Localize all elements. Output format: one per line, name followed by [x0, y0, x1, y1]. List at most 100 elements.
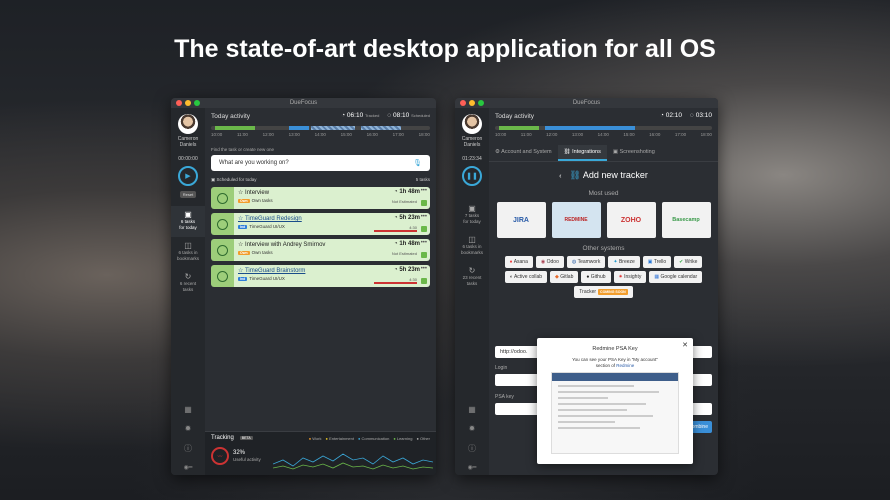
task-row[interactable]: ☆ TimeGuard Brainstorm Ind TimeGuard UI/U… [211, 265, 430, 287]
search-input[interactable]: What are you working on? 🎙︎ [211, 155, 430, 171]
activity-timeline[interactable] [495, 126, 712, 130]
asana-chip[interactable]: ● Asana [504, 256, 533, 268]
complete-checkbox[interactable] [421, 278, 427, 284]
task-start-icon[interactable] [217, 270, 228, 282]
teamwork-chip[interactable]: ◍ Teamwork [566, 256, 606, 268]
grid-icon[interactable]: ▦ [184, 405, 192, 414]
jira-tile[interactable]: JIRA [496, 202, 546, 238]
complete-checkbox[interactable] [421, 200, 427, 206]
reset-button[interactable]: Reset [179, 191, 197, 198]
task-start-icon[interactable] [217, 218, 228, 230]
wrike-chip[interactable]: ✔ Wrike [674, 256, 703, 268]
info-icon[interactable]: ⓘ [468, 443, 476, 454]
refresh-icon: ↻ [468, 266, 476, 275]
info-icon[interactable]: ⓘ [184, 443, 192, 454]
google-calendar-chip[interactable]: ▦ Google calendar [649, 271, 703, 283]
back-icon[interactable]: ‹ [559, 173, 561, 180]
beta-badge: BETA [239, 436, 253, 440]
gear-icon[interactable]: ✹ [185, 424, 192, 433]
tab-integrations[interactable]: ⛓ Integrations [557, 145, 607, 161]
tab-screenshoting[interactable]: ▣ Screenshoting [607, 145, 661, 161]
minimize-dot[interactable] [469, 100, 475, 106]
more-icon[interactable]: ••• [421, 214, 427, 220]
github-chip[interactable]: ● Github [581, 271, 611, 283]
coming-soon-badge: COMING SOON [598, 289, 628, 295]
task-estimate: Not Estimated [391, 251, 417, 256]
user-name: Cameron Daniels [177, 136, 199, 148]
avatar[interactable] [178, 114, 198, 134]
timeline-hours: 10:00 11:00 12:00 13:00 14:00 15:00 16:00 17:00… [495, 132, 712, 137]
sidebar-item-today[interactable]: ▣ 7 tasks for today [455, 200, 489, 231]
app-window-today: DueFocus Cameron Daniels 00:00:00 ▶ Reset… [171, 98, 436, 475]
most-used-label: Most used [588, 190, 619, 197]
timeline-hours: 10:00 11:00 12:00 13:00 14:00 15:00 16:00 17:00… [211, 132, 430, 137]
tab-account-system[interactable]: ⚙ Account and System [489, 145, 558, 161]
timer-readout: 00:00:00 [178, 156, 198, 162]
more-icon[interactable]: ••• [421, 188, 427, 194]
sidebar: Cameron Daniels 01:23:34 ❚❚ ▣ 7 tasks for t… [455, 108, 489, 475]
close-icon[interactable]: ✕ [682, 341, 688, 349]
refresh-icon: ↻ [184, 272, 192, 281]
redmine-psa-modal: ✕ Redmine PSA Key You can see your PSA K… [537, 338, 693, 464]
gear-icon[interactable]: ✹ [469, 424, 476, 433]
toggle-icon[interactable]: ◉━ [184, 464, 193, 471]
odoo-chip[interactable]: ◉ Odoo [535, 256, 564, 268]
task-time: ◔ 1h 48m [394, 189, 420, 195]
activity-timeline[interactable] [211, 126, 430, 130]
calendar-icon: ▣ [184, 210, 192, 219]
minimize-dot[interactable] [185, 100, 191, 106]
other-systems-list: ● Asana ◉ Odoo ◍ Teamwork ✦ Breeze ▣ Tre… [497, 256, 710, 298]
complete-checkbox[interactable] [421, 252, 427, 258]
zoho-tile[interactable]: ZOHO [606, 202, 656, 238]
gitlab-chip[interactable]: ◆ Gitlab [550, 271, 579, 283]
psa-key-label: PSA key [495, 394, 514, 400]
task-start-icon[interactable] [217, 192, 228, 204]
task-tag: Own [238, 198, 250, 203]
modal-description: You can see your PSA Key in "My account"… [572, 357, 658, 368]
pause-button[interactable]: ❚❚ [462, 166, 482, 186]
activity-ring-icon: 〰 [211, 447, 229, 465]
maximize-dot[interactable] [478, 100, 484, 106]
sidebar-item-bookmarks[interactable]: ◫ 6 tasks in bookmarks [455, 231, 489, 262]
task-start-icon[interactable] [217, 244, 228, 256]
basecamp-tile[interactable]: Basecamp [661, 202, 711, 238]
close-dot[interactable] [176, 100, 182, 106]
task-row[interactable]: ☆ Interview Own Own tasks ◔ 1h 48m Not Es… [211, 187, 430, 209]
sidebar-item-recent[interactable]: ↻ 6 recent tasks [171, 268, 205, 299]
window-title: DueFocus [289, 100, 318, 106]
find-label: Find the task or create new one [211, 147, 275, 152]
bookmark-icon: ◫ [184, 241, 192, 250]
more-icon[interactable]: ••• [421, 266, 427, 272]
close-dot[interactable] [460, 100, 466, 106]
complete-checkbox[interactable] [421, 226, 427, 232]
task-time: ◔ 5h 23m [394, 267, 420, 273]
task-row[interactable]: ☆ Interview with Andrey Smirnov Own Own t… [211, 239, 430, 261]
calendar-icon: ▣ [468, 204, 476, 213]
sidebar-item-bookmarks[interactable]: ◫ 6 tasks in bookmarks [171, 237, 205, 268]
task-tag: Ind [238, 224, 248, 229]
activity-sparkline [273, 453, 433, 470]
maximize-dot[interactable] [194, 100, 200, 106]
microphone-icon[interactable]: 🎙︎ [413, 159, 422, 167]
activecollab-chip[interactable]: ◐ Active collab [504, 271, 548, 283]
background [0, 0, 890, 500]
sidebar-item-today[interactable]: ▣ 6 tasks for today [171, 206, 205, 237]
insighty-chip[interactable]: ✷ Insighty [613, 271, 647, 283]
task-row[interactable]: ☆ TimeGuard Redesign Ind TimeGuard UI/UX … [211, 213, 430, 235]
breeze-chip[interactable]: ✦ Breeze [608, 256, 640, 268]
main-panel: Today activity ◔ 06:10 Tracked ◌ 08:10 Sc… [205, 108, 436, 475]
tracking-panel: Tracking BETA ● Work ● Entertainment ● Co… [205, 431, 436, 475]
more-icon[interactable]: ••• [421, 240, 427, 246]
grid-icon[interactable]: ▦ [468, 405, 476, 414]
app-window-integrations: DueFocus Cameron Daniels 01:23:34 ❚❚ ▣ 7 t… [455, 98, 718, 475]
trello-chip[interactable]: ▣ Trello [642, 256, 672, 268]
sidebar-item-recent[interactable]: ↻ 23 recent tasks [455, 262, 489, 293]
toggle-icon[interactable]: ◉━ [468, 464, 477, 471]
modal-title: Redmine PSA Key [592, 346, 638, 352]
redmine-link[interactable]: Redmine [616, 363, 634, 368]
play-button[interactable]: ▶ [178, 166, 198, 186]
tracker-chip[interactable]: Tracker COMING SOON [574, 286, 633, 298]
link-icon: ⛓ [569, 170, 581, 180]
avatar[interactable] [462, 114, 482, 134]
redmine-tile[interactable]: REDMINE [551, 202, 601, 238]
